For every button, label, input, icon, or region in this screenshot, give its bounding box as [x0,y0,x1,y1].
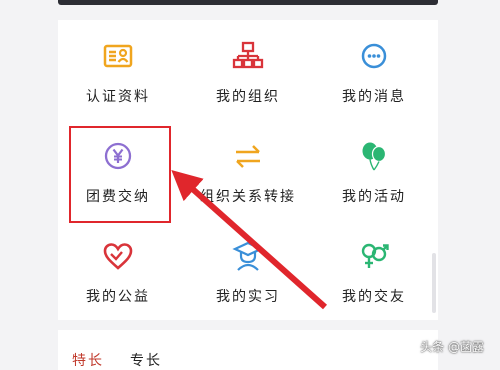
watermark: 头条 @菡露 [420,340,484,354]
menu-item-label: 组织关系转接 [200,189,296,205]
menu-item-label: 我的交友 [342,289,406,305]
menu-item-label: 我的公益 [86,289,150,305]
menu-item-label: 我的活动 [342,189,406,205]
menu-item-label: 我的消息 [342,89,406,105]
menu-item-certification[interactable]: 认证资料 [58,20,178,120]
section-tab[interactable]: 专长 [130,350,162,370]
menu-item-my-messages[interactable]: 我的消息 [314,20,434,120]
top-banner [58,0,438,5]
org-chart-icon [232,40,264,72]
bottom-section: 特长 专长 [58,330,438,370]
highlight-box [69,126,171,223]
scrollbar[interactable] [432,253,436,313]
menu-item-label: 认证资料 [86,89,150,105]
menu-item-label: 我的实习 [216,289,280,305]
menu-item-my-internship[interactable]: 我的实习 [188,220,308,320]
id-card-icon [102,40,134,72]
balloons-icon [358,140,390,172]
section-tab-active[interactable]: 特长 [72,350,104,370]
heart-icon [102,240,134,272]
chat-bubble-icon [358,40,390,72]
gender-icon [358,240,390,272]
transfer-arrows-icon [232,140,264,172]
menu-item-label: 我的组织 [216,89,280,105]
menu-item-my-friends[interactable]: 我的交友 [314,220,434,320]
menu-item-my-activities[interactable]: 我的活动 [314,120,434,220]
menu-item-my-charity[interactable]: 我的公益 [58,220,178,320]
menu-item-my-organization[interactable]: 我的组织 [188,20,308,120]
menu-item-org-transfer[interactable]: 组织关系转接 [188,120,308,220]
graduate-icon [232,240,264,272]
